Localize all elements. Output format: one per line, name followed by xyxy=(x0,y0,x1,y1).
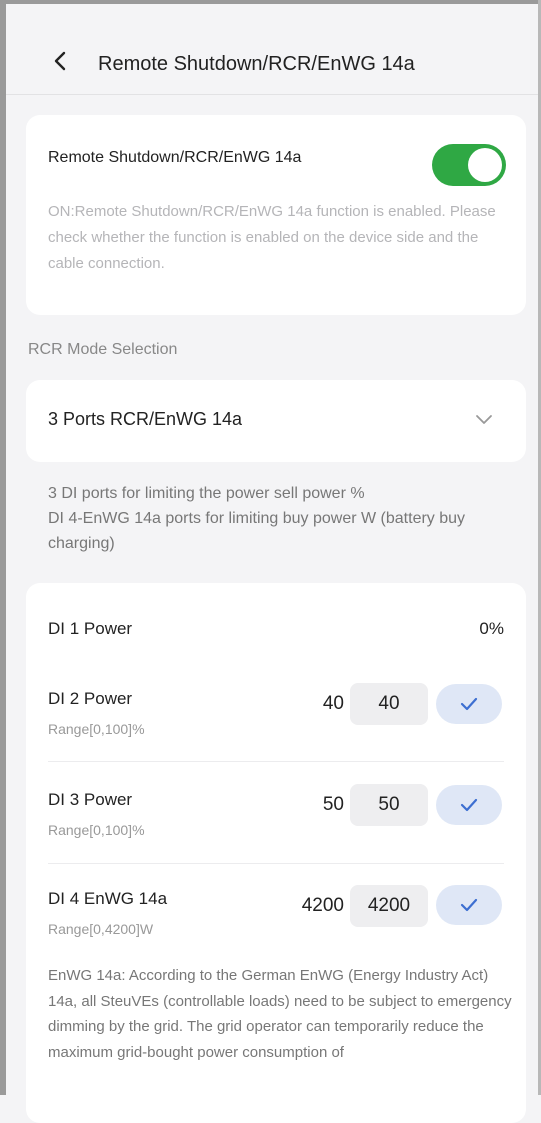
rcr-mode-description-line1: 3 DI ports for limiting the power sell p… xyxy=(48,485,365,502)
toggle-knob xyxy=(468,148,502,182)
di4-enwg-range: Range[0,4200]W xyxy=(48,921,154,937)
check-icon xyxy=(460,798,478,812)
rcr-mode-section-label: RCR Mode Selection xyxy=(28,341,178,358)
row-divider xyxy=(48,761,504,762)
di4-enwg-input[interactable] xyxy=(350,885,428,927)
di2-current-value: 40 xyxy=(322,693,344,714)
power-settings-card: DI 1 Power 0% DI 2 Power Range[0,100]% 4… xyxy=(26,583,526,1123)
di2-power-range: Range[0,100]% xyxy=(48,721,145,737)
remote-shutdown-label: Remote Shutdown/RCR/EnWG 14a xyxy=(48,149,302,166)
window-border-left xyxy=(0,0,6,1095)
di2-power-label: DI 2 Power xyxy=(48,689,133,708)
remote-shutdown-card: Remote Shutdown/RCR/EnWG 14a ON:Remote S… xyxy=(26,115,526,315)
di4-confirm-button[interactable] xyxy=(436,885,502,925)
chevron-down-icon[interactable] xyxy=(474,412,494,426)
di4-current-value: 4200 xyxy=(301,895,344,916)
di3-power-label: DI 3 Power xyxy=(48,790,133,809)
remote-shutdown-toggle[interactable] xyxy=(432,144,506,186)
di1-power-label: DI 1 Power xyxy=(48,619,133,638)
di3-power-input[interactable] xyxy=(350,784,428,826)
check-icon xyxy=(460,697,478,711)
di3-power-range: Range[0,100]% xyxy=(48,822,145,838)
remote-shutdown-description: ON:Remote Shutdown/RCR/EnWG 14a function… xyxy=(48,203,496,272)
di3-current-value: 50 xyxy=(322,794,344,815)
di2-confirm-button[interactable] xyxy=(436,684,502,724)
row-divider xyxy=(48,863,504,864)
di1-power-value: 0% xyxy=(479,619,504,638)
rcr-mode-description-line2: DI 4-EnWG 14a ports for limiting buy pow… xyxy=(48,510,466,552)
check-icon xyxy=(460,898,478,912)
rcr-mode-select[interactable]: 3 Ports RCR/EnWG 14a xyxy=(26,380,526,462)
rcr-mode-selected-value: 3 Ports RCR/EnWG 14a xyxy=(48,409,243,429)
di4-enwg-label: DI 4 EnWG 14a xyxy=(48,889,168,908)
page-title: Remote Shutdown/RCR/EnWG 14a xyxy=(98,53,415,75)
header: Remote Shutdown/RCR/EnWG 14a xyxy=(6,4,538,95)
di3-confirm-button[interactable] xyxy=(436,785,502,825)
enwg-14a-note: EnWG 14a: According to the German EnWG (… xyxy=(48,967,512,1061)
di2-power-input[interactable] xyxy=(350,683,428,725)
rcr-mode-description: 3 DI ports for limiting the power sell p… xyxy=(48,481,518,556)
chevron-left-icon[interactable] xyxy=(50,50,72,72)
